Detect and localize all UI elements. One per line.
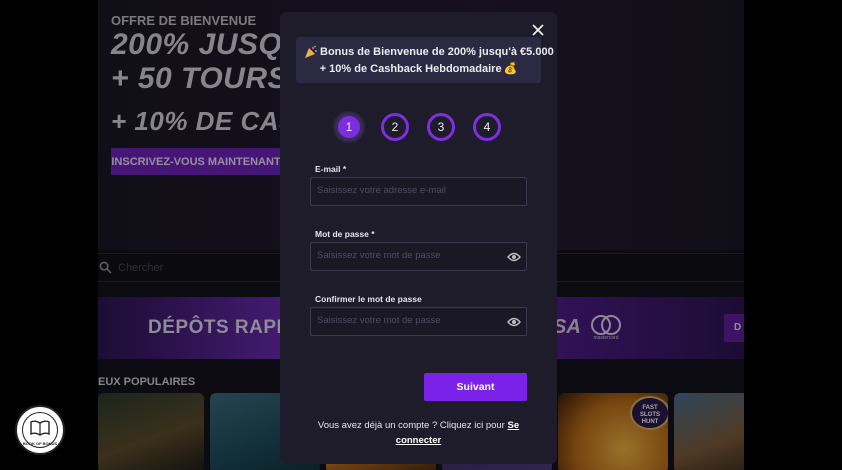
eye-icon[interactable] (507, 316, 521, 328)
promo-line-2-wrap: + 10% de Cashback Hebdomadaire 💰 (296, 62, 541, 75)
password-field[interactable] (317, 250, 497, 261)
registration-modal: Bonus de Bienvenue de 200% jusqu'à €5.00… (280, 12, 557, 464)
book-icon (30, 420, 50, 436)
password-field-box (310, 242, 527, 271)
promo-line-1: Bonus de Bienvenue de 200% jusqu'à €5.00… (320, 46, 554, 58)
step-1: 1 (335, 113, 363, 141)
login-prompt: Vous avez déjà un compte ? Cliquez ici p… (317, 420, 505, 431)
password-label: Mot de passe * (315, 229, 375, 239)
party-popper-icon (305, 45, 317, 58)
money-bag-icon: 💰 (503, 63, 518, 75)
confirm-password-label: Confirmer le mot de passe (315, 294, 422, 304)
promo-line-2: + 10% de Cashback Hebdomadaire (319, 63, 502, 75)
step-2: 2 (381, 113, 409, 141)
login-prompt-wrap: Vous avez déjà un compte ? Cliquez ici p… (310, 418, 527, 448)
step-4: 4 (473, 113, 501, 141)
logo-text: BOOK OF BONUS (22, 441, 58, 446)
book-of-bonus-logo[interactable]: BOOK OF BONUS (15, 405, 65, 455)
step-3: 3 (427, 113, 455, 141)
close-icon[interactable] (530, 22, 546, 38)
confirm-password-field-box (310, 307, 527, 336)
next-button[interactable]: Suivant (424, 373, 527, 401)
email-field-box (310, 177, 527, 206)
email-field[interactable] (317, 185, 497, 196)
welcome-bonus-banner: Bonus de Bienvenue de 200% jusqu'à €5.00… (296, 37, 554, 83)
step-indicator: 1 2 3 4 (335, 113, 505, 141)
email-label: E-mail * (315, 164, 347, 174)
confirm-password-field[interactable] (317, 315, 497, 326)
eye-icon[interactable] (507, 251, 521, 263)
